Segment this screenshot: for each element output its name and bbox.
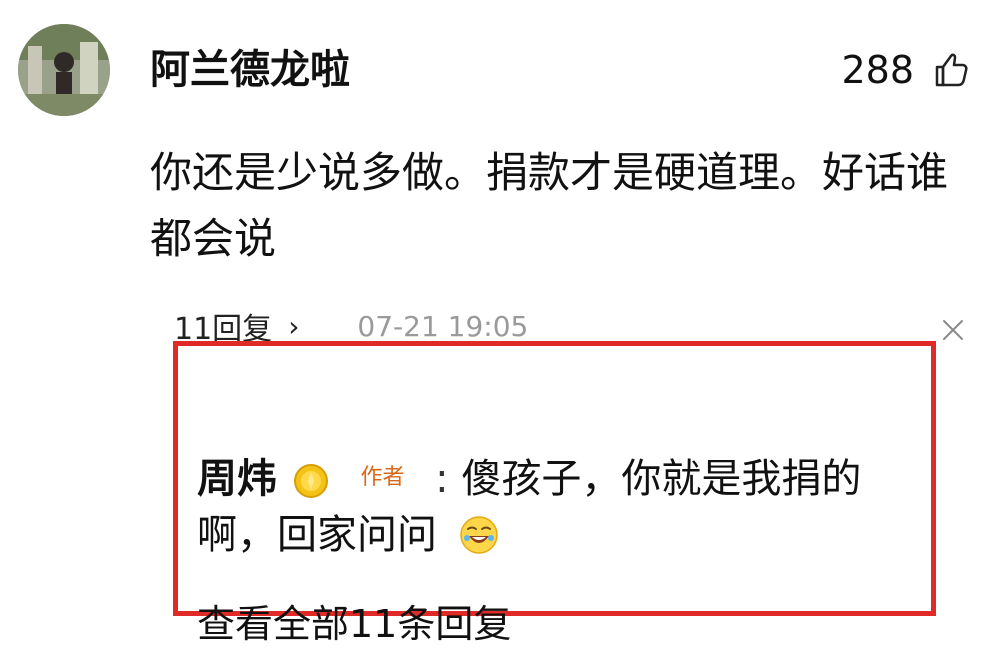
featured-reply: 周炜 作者 : 傻孩子，你就是我捐的 啊，回家问问 [197, 450, 887, 563]
comment-text: 你还是少说多做。捐款才是硬道理。好话谁都会说 [150, 148, 949, 263]
author-badge: 作者 [360, 465, 405, 490]
view-all-replies-link[interactable]: 查看全部11条回复 [197, 598, 511, 650]
comment-username[interactable]: 阿兰德龙啦 [150, 42, 350, 98]
laughing-emoji-icon [459, 516, 498, 554]
reply-text-line1: 傻孩子，你就是我捐的 [461, 456, 862, 502]
like-button[interactable]: 288 [841, 42, 970, 98]
reply-line-2: 啊，回家问问 [197, 507, 887, 563]
gold-coin-icon [293, 464, 328, 498]
reply-timestamp: 07-21 19:05 [357, 309, 529, 343]
avatar-image [18, 24, 110, 116]
avatar[interactable] [18, 24, 110, 116]
reply-author[interactable]: 周炜 [197, 456, 277, 502]
close-icon[interactable] [941, 318, 965, 342]
like-count: 288 [841, 48, 914, 92]
chevron-right-icon[interactable]: › [288, 310, 299, 343]
reply-separator: : [435, 456, 449, 502]
reply-text-line2: 啊，回家问问 [197, 512, 437, 558]
reply-line-1: 周炜 作者 : 傻孩子，你就是我捐的 [197, 450, 887, 507]
thumb-up-icon [935, 53, 968, 87]
